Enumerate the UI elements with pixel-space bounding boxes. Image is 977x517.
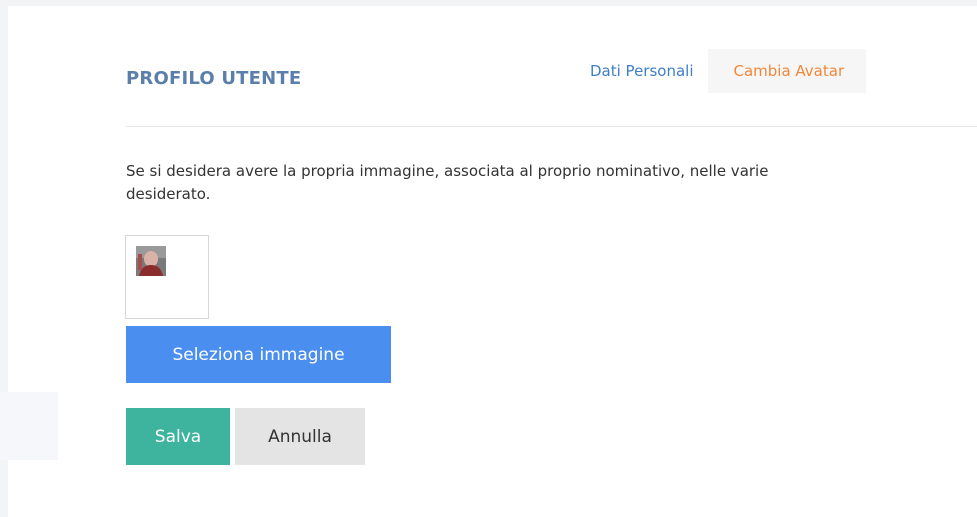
cancel-button[interactable]: Annulla [235, 408, 365, 465]
select-image-button[interactable]: Seleziona immagine [126, 326, 391, 383]
avatar-preview [125, 235, 209, 319]
save-button[interactable]: Salva [126, 408, 230, 465]
page-title: PROFILO UTENTE [126, 68, 302, 89]
avatar-description: Se si desidera avere la propria immagine… [126, 160, 977, 206]
header-divider [126, 126, 977, 127]
avatar-image [136, 246, 166, 276]
description-line: Se si desidera avere la propria immagine… [126, 162, 769, 180]
description-line: desiderato. [126, 185, 211, 203]
tab-dati-personali[interactable]: Dati Personali [576, 49, 708, 93]
sidebar-fragment [0, 392, 58, 460]
avatar-photo [136, 246, 166, 276]
tab-cambia-avatar[interactable]: Cambia Avatar [707, 49, 867, 93]
profile-tabs: Dati Personali Cambia Avatar [576, 49, 867, 93]
